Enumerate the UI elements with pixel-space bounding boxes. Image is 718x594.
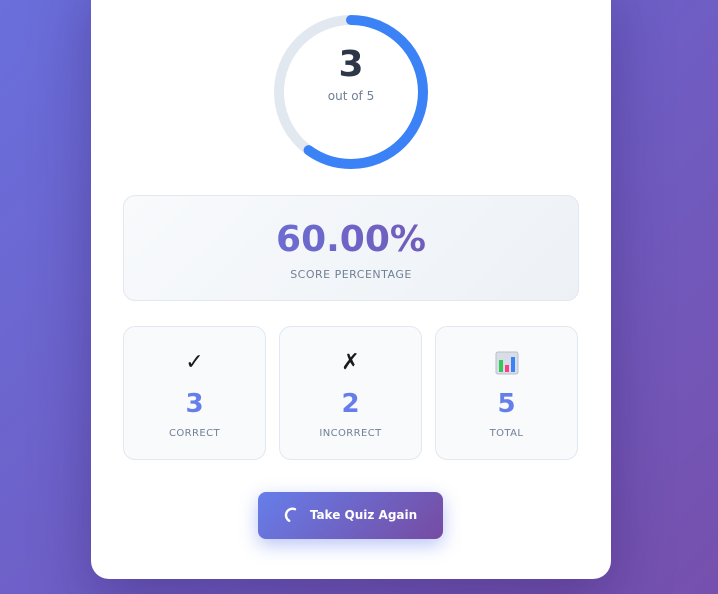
bar-chart-icon (436, 349, 577, 377)
stat-label-incorrect: INCORRECT (319, 428, 382, 439)
score-percentage-label: SCORE PERCENTAGE (290, 268, 412, 281)
score-value: 3 (338, 44, 364, 85)
loading-spinner-icon (284, 507, 297, 522)
cross-icon: ✗ (341, 350, 360, 375)
bar-chart-graphic (495, 351, 518, 375)
stat-card-correct: ✓ 3 CORRECT (123, 326, 266, 460)
score-out-of: out of 5 (327, 89, 375, 103)
take-quiz-again-content: Take Quiz Again (258, 492, 443, 539)
stat-label-total: TOTAL (489, 428, 524, 439)
stat-label-correct: CORRECT (169, 428, 220, 439)
quiz-results-card: 3 out of 5 60.00% SCORE PERCENTAGE ✓ 3 C… (91, 0, 611, 579)
score-percentage-value: 60.00% (124, 218, 578, 262)
check-icon: ✓ (185, 350, 204, 375)
stat-value-correct: 3 (185, 389, 204, 419)
stat-card-total: 5 TOTAL (435, 326, 578, 460)
take-quiz-again-label: Take Quiz Again (309, 508, 418, 522)
score-ring: 3 out of 5 (272, 13, 430, 171)
stat-value-total: 5 (497, 389, 516, 419)
stat-value-incorrect: 2 (341, 389, 360, 419)
score-ring-center: 3 out of 5 (272, 13, 430, 171)
score-percentage-panel: 60.00% SCORE PERCENTAGE (123, 195, 579, 301)
stat-card-incorrect: ✗ 2 INCORRECT (279, 326, 422, 460)
take-quiz-again-button[interactable]: Take Quiz Again (258, 492, 443, 539)
